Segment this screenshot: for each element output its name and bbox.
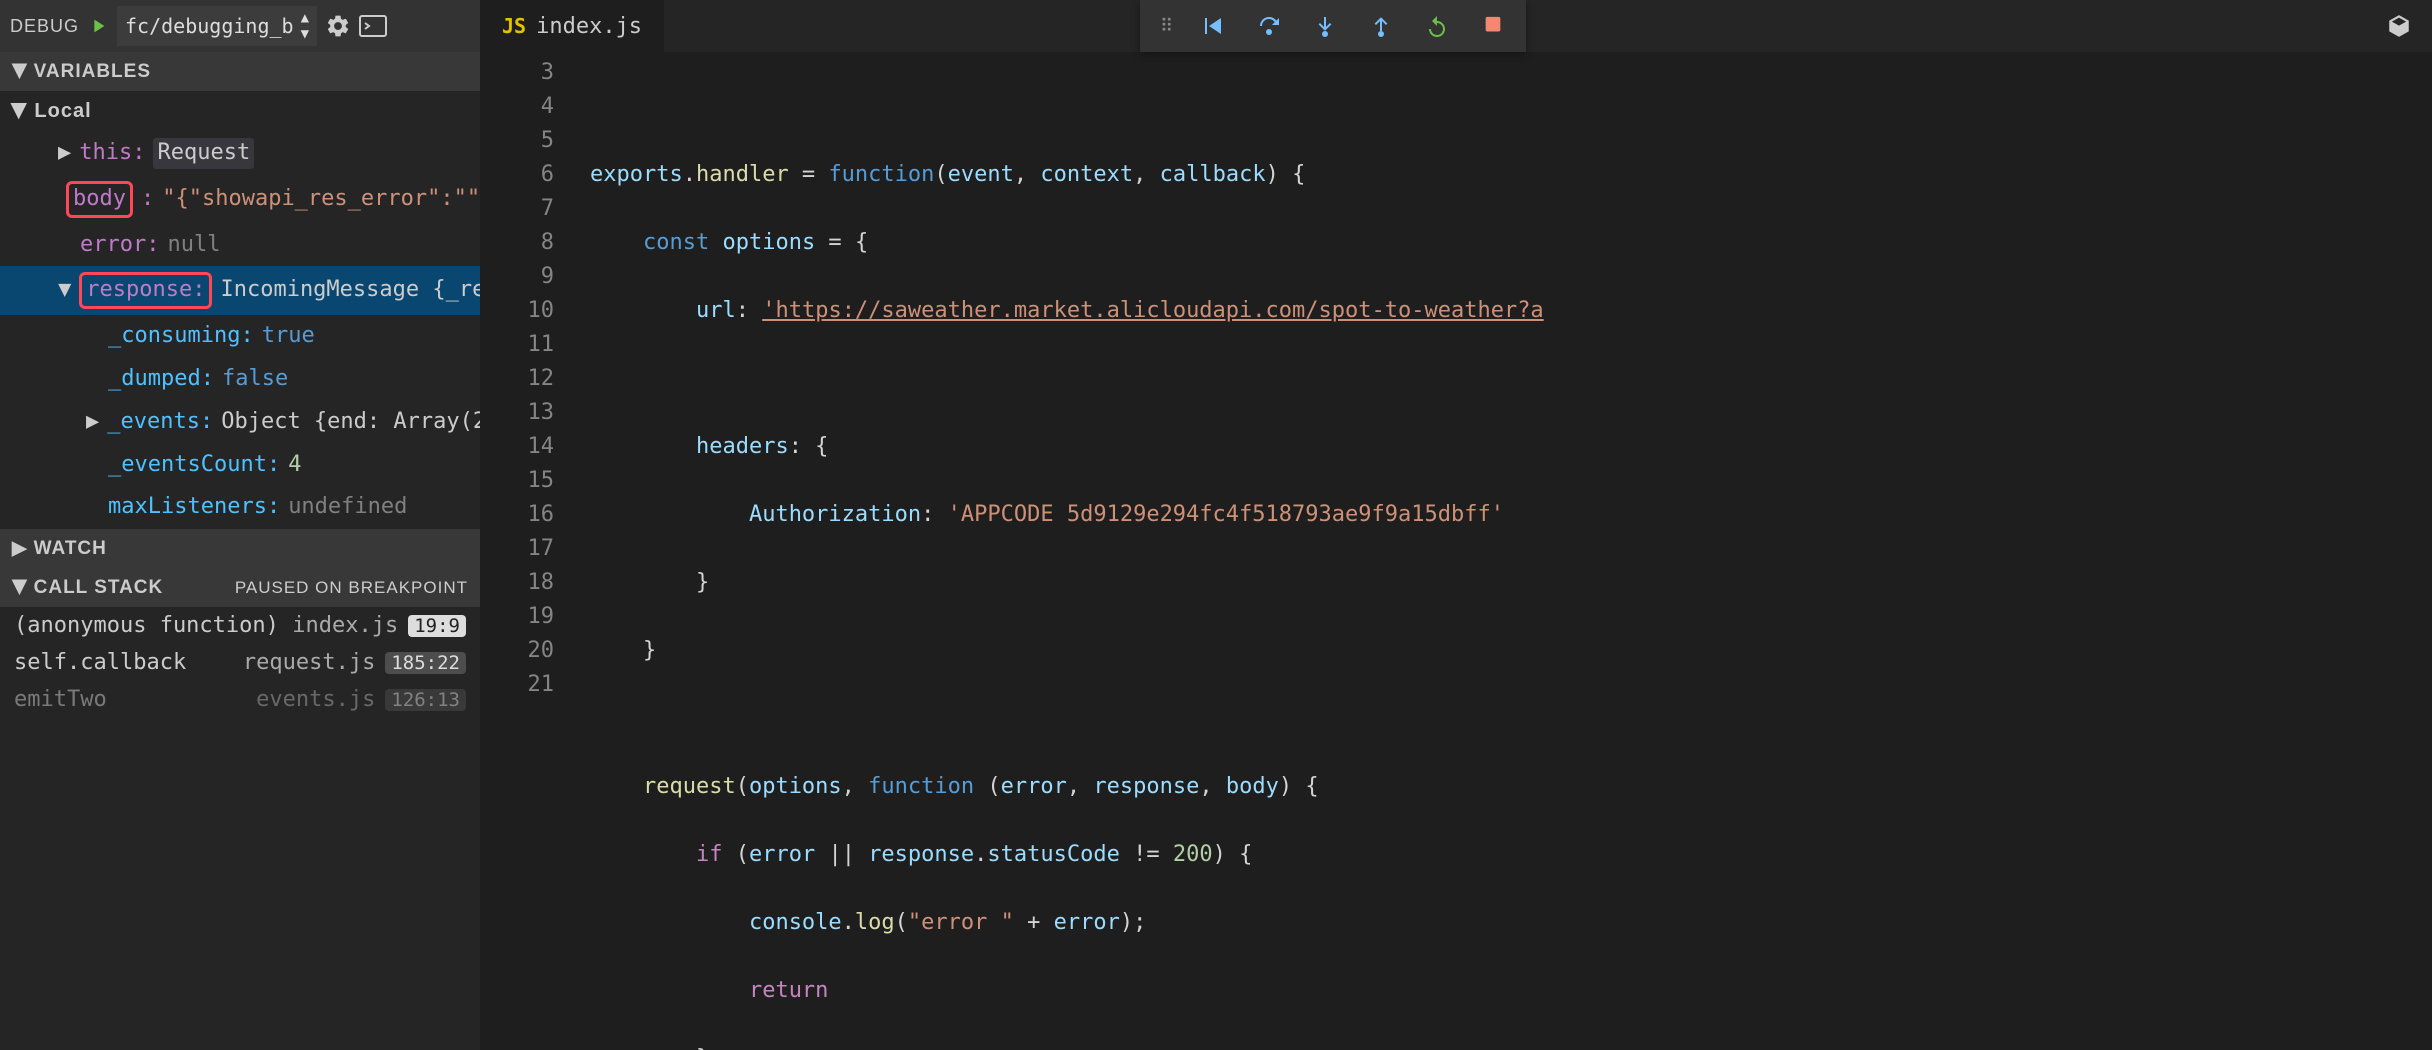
variable-consuming[interactable]: _consuming: true	[0, 315, 480, 358]
tab-filename: index.js	[536, 14, 642, 39]
variable-response[interactable]: ▶ response: IncomingMessage {_reada…	[0, 266, 480, 315]
stop-button[interactable]	[1480, 13, 1506, 39]
dropdown-arrows-icon: ▲▼	[301, 10, 309, 42]
variable-error[interactable]: error: null	[0, 224, 480, 267]
chevron-right-icon: ▶	[86, 407, 99, 438]
step-out-button[interactable]	[1368, 13, 1394, 39]
local-scope-header[interactable]: ▶ Local	[0, 91, 480, 132]
variables-section-header[interactable]: ▶ VARIABLES	[0, 52, 480, 91]
js-file-icon: JS	[502, 14, 526, 38]
watch-section-header[interactable]: ▶ WATCH	[0, 529, 480, 568]
debug-sidebar: DEBUG fc/debugging_b ▲▼ ▶ VARIABLES ▶ Lo…	[0, 0, 480, 1050]
debug-console-icon[interactable]	[359, 15, 387, 37]
variable-body[interactable]: body: "{"showapi_res_error":"","s…	[0, 175, 480, 224]
callstack-section-header[interactable]: ▶ CALL STACK PAUSED ON BREAKPOINT	[0, 568, 480, 607]
grip-icon[interactable]: ⠿	[1160, 16, 1170, 37]
variable-max-listeners[interactable]: maxListeners: undefined	[0, 486, 480, 529]
chevron-down-icon: ▶	[8, 103, 33, 119]
start-debug-button[interactable]	[87, 15, 109, 37]
code-content[interactable]: exports.handler = function(event, contex…	[580, 52, 2432, 1050]
variable-dumped[interactable]: _dumped: false	[0, 358, 480, 401]
restart-button[interactable]	[1424, 13, 1450, 39]
step-over-button[interactable]	[1256, 13, 1282, 39]
chevron-down-icon: ▶	[49, 284, 80, 297]
line-gutter[interactable]: 3 4 5 6 7 8 9 10 11 12 13 14 15 16 17 18…	[480, 52, 580, 1050]
tab-bar: JS index.js ⠿	[480, 0, 2432, 52]
callstack-frame[interactable]: self.callback request.js 185:22	[0, 644, 480, 681]
variable-this[interactable]: ▶ this: Request	[0, 132, 480, 175]
editor-pane: JS index.js ⠿ 3 4 5 6 7	[480, 0, 2432, 1050]
chevron-down-icon: ▶	[8, 64, 31, 80]
debug-config-name: fc/debugging_b	[125, 14, 294, 38]
tab-index-js[interactable]: JS index.js	[480, 0, 664, 52]
code-area[interactable]: 3 4 5 6 7 8 9 10 11 12 13 14 15 16 17 18…	[480, 52, 2432, 1050]
continue-button[interactable]	[1200, 13, 1226, 39]
debug-title: DEBUG	[10, 16, 79, 37]
chevron-down-icon: ▶	[8, 580, 31, 596]
gear-icon[interactable]	[325, 13, 351, 39]
step-into-button[interactable]	[1312, 13, 1338, 39]
source-control-icon[interactable]	[2386, 13, 2412, 39]
callstack-frame[interactable]: emitTwo events.js 126:13	[0, 681, 480, 718]
debug-config-dropdown[interactable]: fc/debugging_b ▲▼	[117, 6, 317, 46]
variable-events-count[interactable]: _eventsCount: 4	[0, 444, 480, 487]
debug-toolbar[interactable]: ⠿	[1140, 0, 1526, 52]
debug-header: DEBUG fc/debugging_b ▲▼	[0, 0, 480, 52]
chevron-right-icon: ▶	[12, 537, 28, 560]
callstack-frame[interactable]: (anonymous function) index.js 19:9	[0, 607, 480, 644]
variable-events[interactable]: ▶ _events: Object {end: Array(2), …	[0, 401, 480, 444]
chevron-right-icon: ▶	[58, 138, 71, 169]
